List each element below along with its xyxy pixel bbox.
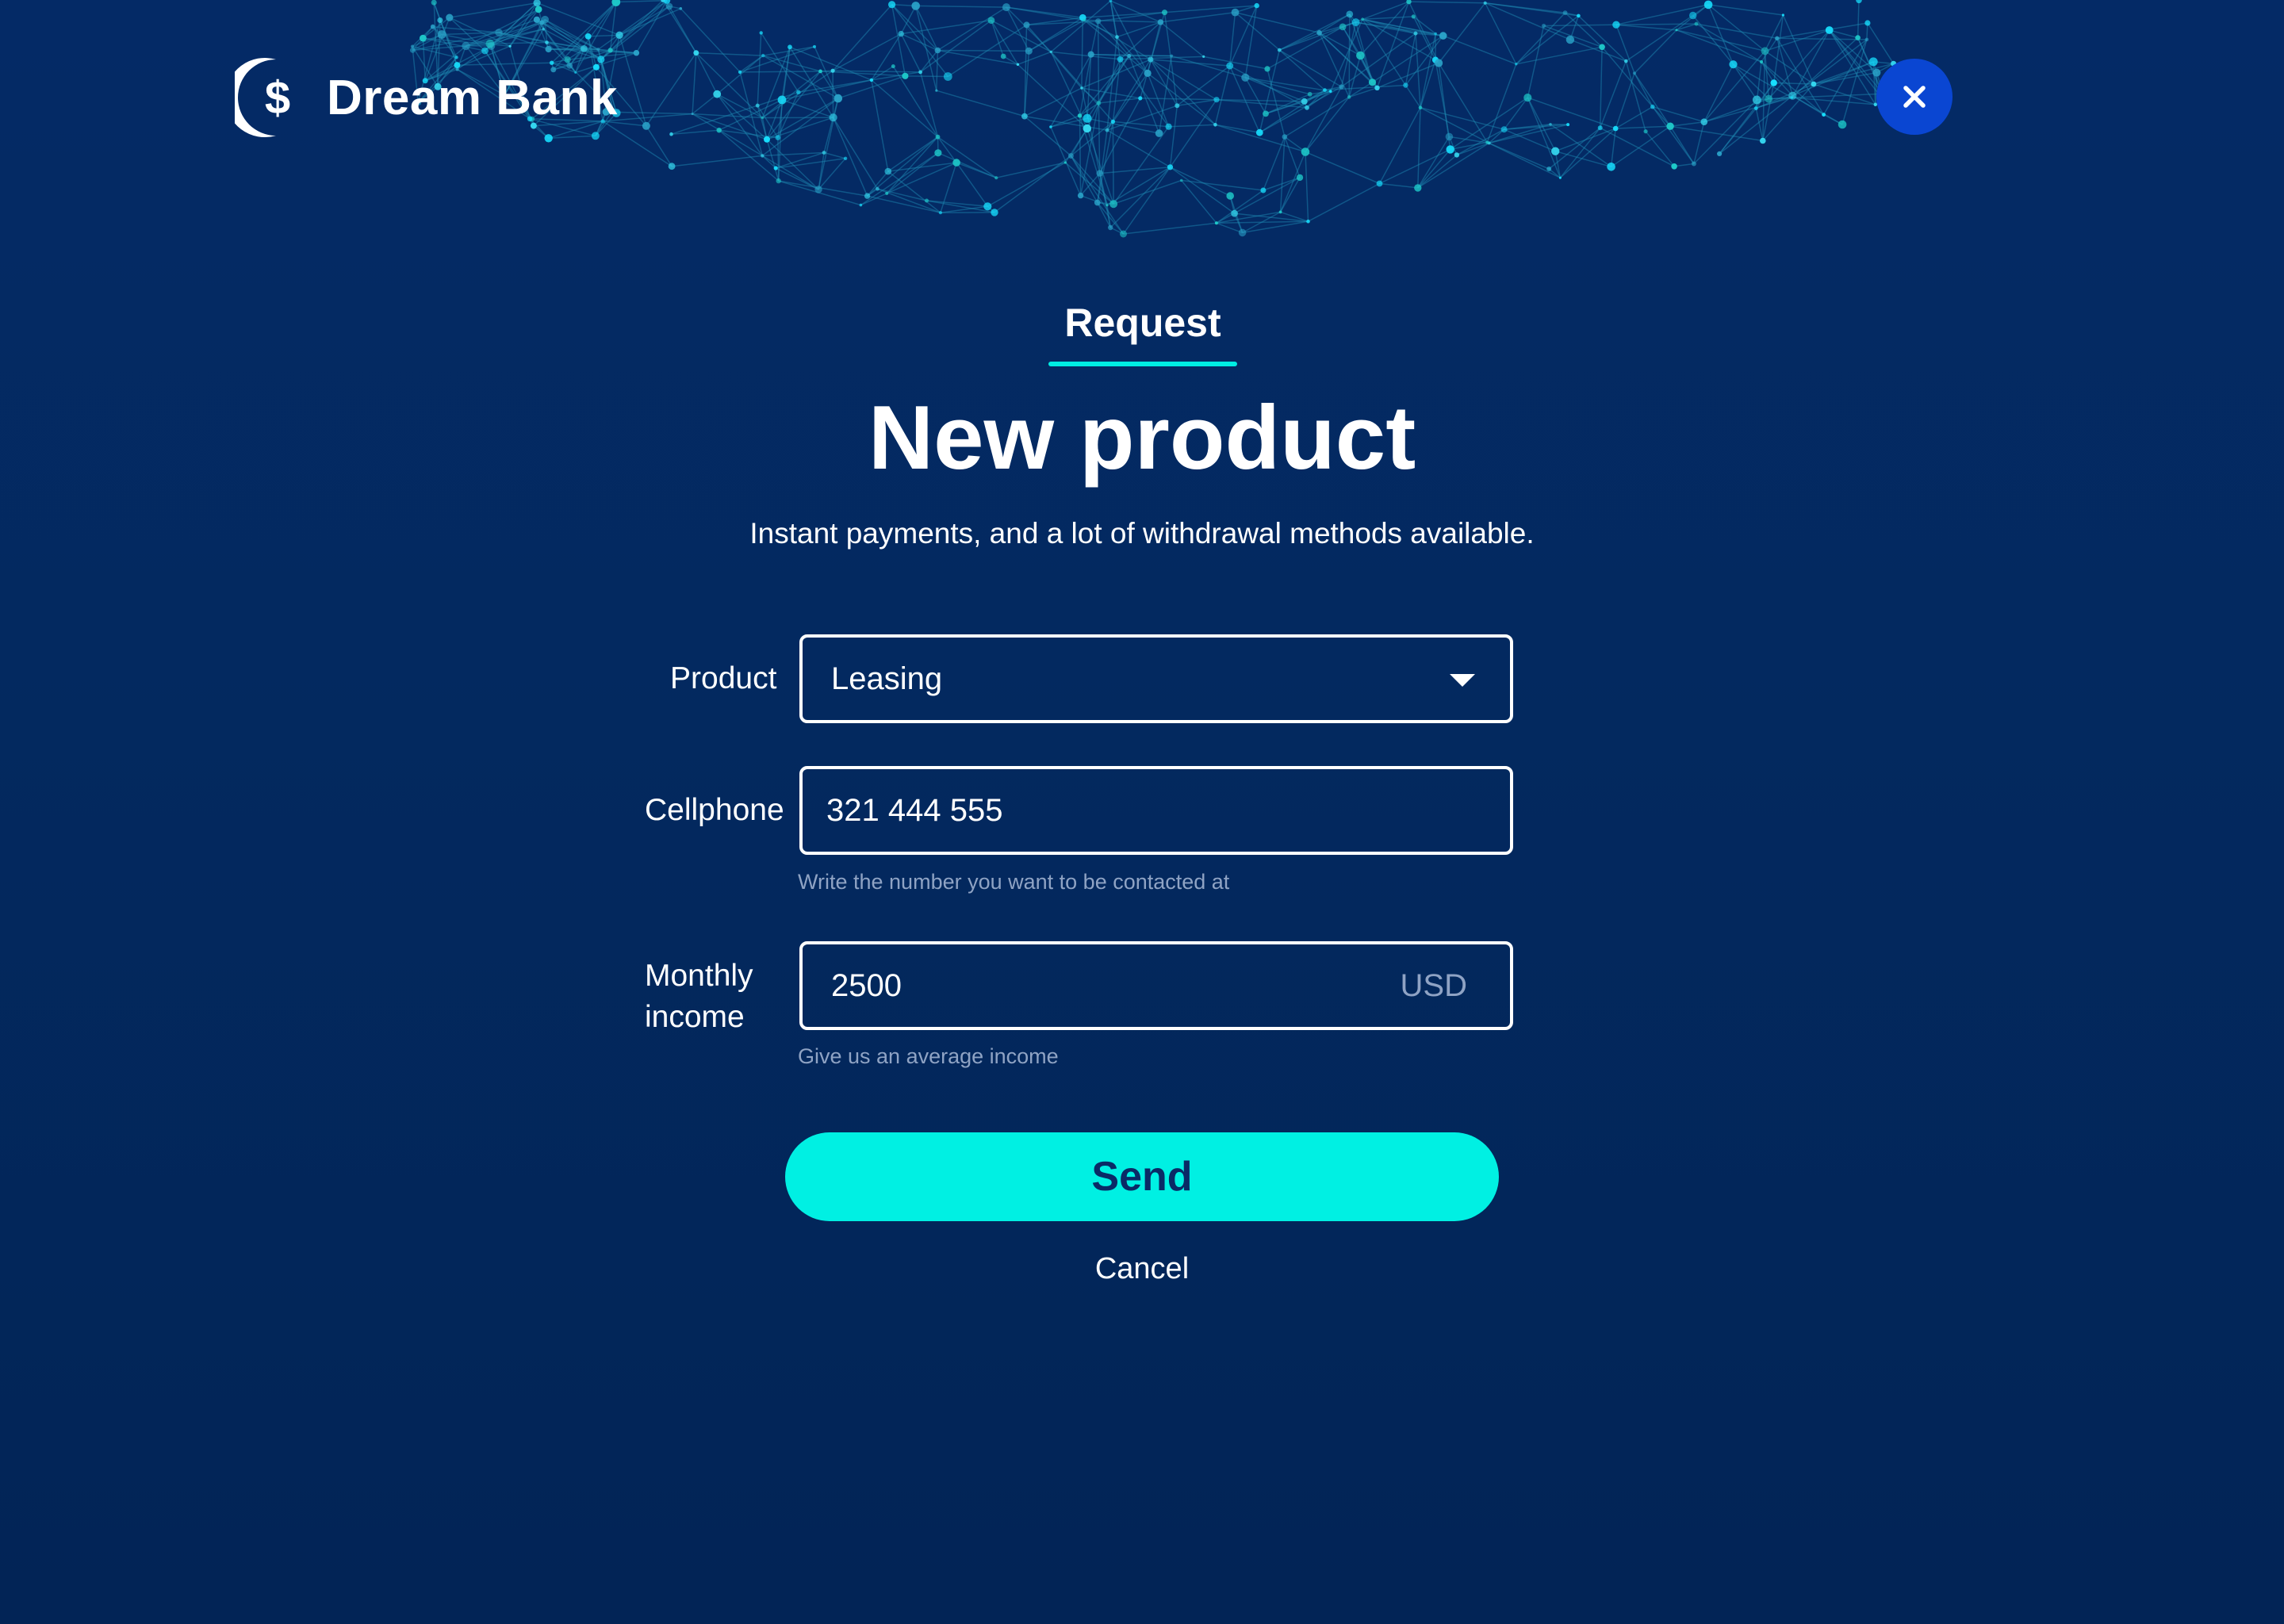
tab-request[interactable]: Request [1048,295,1237,366]
monthly-income-field[interactable]: USD [799,941,1513,1030]
brand[interactable]: $ Dream Bank [235,54,618,141]
cancel-link[interactable]: Cancel [1063,1245,1221,1293]
tab-active-indicator [1048,362,1237,366]
monthly-income-label-line1: Monthly [645,959,753,993]
product-select-value: Leasing [831,661,943,696]
monthly-income-helper-text: Give us an average income [798,1044,1059,1068]
brand-name: Dream Bank [327,70,618,125]
cellphone-helper-text: Write the number you want to be contacte… [798,870,1230,894]
monthly-income-label-line2: income [645,1000,745,1034]
page-title: New product [868,388,1416,488]
tab-request-label: Request [1064,301,1221,345]
chevron-down-icon [1450,674,1475,687]
product-select[interactable]: Leasing [799,634,1513,723]
close-icon [1903,86,1926,108]
monthly-income-input[interactable] [831,967,1401,1004]
currency-suffix: USD [1400,967,1467,1003]
cellphone-input[interactable] [826,792,1510,829]
send-button[interactable]: Send [785,1132,1499,1221]
dollar-crescent-logo-icon: $ [235,58,290,137]
cellphone-label: Cellphone [645,793,784,827]
cellphone-field[interactable] [799,766,1513,855]
product-label: Product [670,661,777,695]
svg-text:$: $ [265,72,290,124]
close-button[interactable] [1876,59,1953,135]
page-subtitle: Instant payments, and a lot of withdrawa… [749,517,1535,550]
